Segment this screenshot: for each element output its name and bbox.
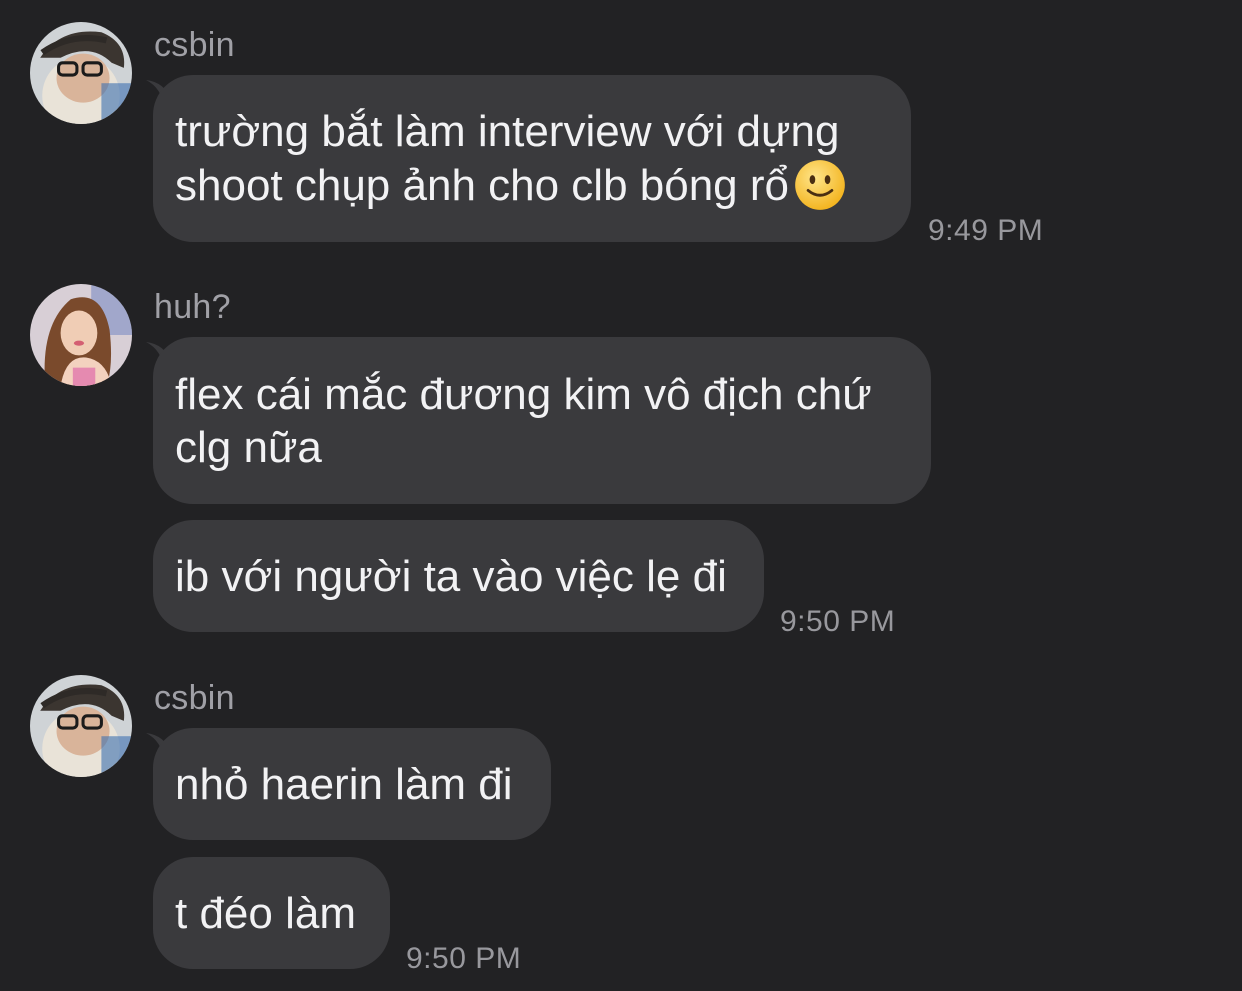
message-bubble[interactable]: ib với người ta vào việc lẹ đi — [153, 520, 764, 632]
avatar-huh-image — [30, 284, 132, 386]
avatar-csbin-image — [30, 675, 132, 777]
avatar-csbin[interactable] — [30, 675, 132, 777]
sender-name: csbin — [154, 679, 235, 717]
message-bubble[interactable]: nhỏ haerin làm đi — [153, 728, 551, 840]
message-text: flex cái mắc đương kim vô địch chứ clg n… — [175, 369, 872, 472]
avatar-csbin[interactable] — [30, 22, 132, 124]
message-bubble[interactable]: trường bắt làm interview với dựng shoot … — [153, 75, 911, 242]
message-timestamp: 9:49 PM — [928, 214, 1044, 247]
slightly-smiling-face-icon — [793, 158, 847, 212]
message-text: nhỏ haerin làm đi — [175, 759, 513, 809]
sender-name: csbin — [154, 26, 235, 64]
message-text: t đéo làm — [175, 888, 356, 938]
message-timestamp: 9:50 PM — [780, 605, 896, 638]
message-text: ib với người ta vào việc lẹ đi — [175, 551, 727, 601]
message-text: trường bắt làm interview với dựng shoot … — [175, 105, 847, 212]
sender-name: huh? — [154, 288, 231, 326]
avatar-csbin-image — [30, 22, 132, 124]
message-bubble[interactable]: flex cái mắc đương kim vô địch chứ clg n… — [153, 337, 931, 504]
avatar-huh[interactable] — [30, 284, 132, 386]
message-timestamp: 9:50 PM — [406, 942, 522, 975]
message-bubble[interactable]: t đéo làm — [153, 857, 390, 969]
